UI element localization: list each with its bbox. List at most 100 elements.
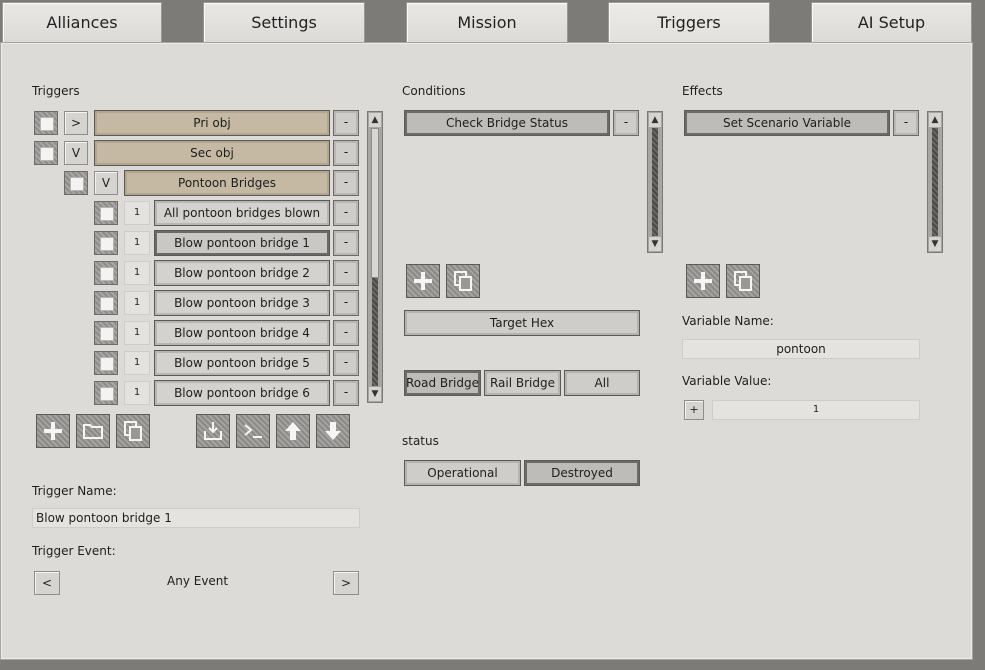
rail-bridge-option[interactable]: Rail Bridge: [484, 370, 561, 396]
arrow-up-icon: [285, 422, 301, 440]
trigger-item-pri-obj[interactable]: Pri obj: [94, 110, 330, 136]
tab-triggers[interactable]: Triggers: [608, 2, 770, 44]
add-folder-button[interactable]: [76, 414, 110, 448]
add-effect-button[interactable]: [686, 264, 720, 298]
status-label: status: [402, 434, 439, 448]
expand-toggle[interactable]: >: [64, 111, 88, 135]
trigger-item[interactable]: Blow pontoon bridge 4: [154, 320, 330, 346]
variable-name-input[interactable]: pontoon: [682, 339, 920, 359]
trigger-checkbox[interactable]: [94, 231, 118, 255]
trigger-item[interactable]: Blow pontoon bridge 3: [154, 290, 330, 316]
trigger-checkbox[interactable]: [94, 291, 118, 315]
trigger-checkbox[interactable]: [34, 141, 58, 165]
scroll-up-arrow[interactable]: ▲: [929, 113, 941, 127]
delete-effect-button[interactable]: -: [893, 110, 919, 136]
copy-icon: [734, 271, 752, 291]
trigger-count: 1: [124, 321, 150, 345]
copy-icon: [454, 271, 472, 291]
tab-ai-setup[interactable]: AI Setup: [811, 2, 972, 42]
scroll-down-arrow[interactable]: ▼: [369, 387, 381, 401]
trigger-item[interactable]: Blow pontoon bridge 6: [154, 380, 330, 406]
tab-alliances[interactable]: Alliances: [2, 2, 162, 42]
variable-operator-button[interactable]: +: [684, 400, 704, 420]
trigger-checkbox[interactable]: [94, 321, 118, 345]
add-trigger-button[interactable]: [36, 414, 70, 448]
conditions-heading: Conditions: [402, 84, 466, 98]
triggers-scrollbar[interactable]: ▲ ▼: [367, 111, 383, 403]
plus-icon: [694, 272, 712, 290]
copy-trigger-button[interactable]: [116, 414, 150, 448]
scroll-up-arrow[interactable]: ▲: [649, 113, 661, 127]
move-up-button[interactable]: [276, 414, 310, 448]
tab-settings[interactable]: Settings: [203, 2, 365, 42]
delete-trigger-button[interactable]: -: [333, 350, 359, 376]
trigger-item[interactable]: Blow pontoon bridge 5: [154, 350, 330, 376]
delete-trigger-button[interactable]: -: [333, 200, 359, 226]
trigger-checkbox[interactable]: [94, 351, 118, 375]
plus-icon: [414, 272, 432, 290]
scroll-down-arrow[interactable]: ▼: [649, 237, 661, 251]
expand-toggle[interactable]: V: [94, 171, 118, 195]
variable-value-input[interactable]: 1: [712, 400, 920, 420]
move-down-button[interactable]: [316, 414, 350, 448]
trigger-item-selected[interactable]: Blow pontoon bridge 1: [154, 230, 330, 256]
effects-heading: Effects: [682, 84, 723, 98]
triggers-heading: Triggers: [32, 84, 80, 98]
variable-value-label: Variable Value:: [682, 374, 772, 388]
trigger-checkbox[interactable]: [94, 201, 118, 225]
delete-trigger-button[interactable]: -: [333, 260, 359, 286]
trigger-event-value: Any Event: [167, 574, 229, 588]
road-bridge-option[interactable]: Road Bridge: [404, 370, 481, 396]
delete-trigger-button[interactable]: -: [333, 170, 359, 196]
trigger-count: 1: [124, 381, 150, 405]
operational-option[interactable]: Operational: [404, 460, 521, 486]
destroyed-option[interactable]: Destroyed: [524, 460, 640, 486]
trigger-checkbox[interactable]: [64, 171, 88, 195]
trigger-name-label: Trigger Name:: [32, 484, 117, 498]
scroll-down-arrow[interactable]: ▼: [929, 237, 941, 251]
copy-effect-button[interactable]: [726, 264, 760, 298]
delete-trigger-button[interactable]: -: [333, 380, 359, 406]
variable-name-label: Variable Name:: [682, 314, 774, 328]
trigger-checkbox[interactable]: [94, 261, 118, 285]
scroll-thumb[interactable]: [371, 128, 379, 278]
copy-condition-button[interactable]: [446, 264, 480, 298]
trigger-event-label: Trigger Event:: [32, 544, 116, 558]
plus-icon: [44, 422, 62, 440]
condition-item[interactable]: Check Bridge Status: [404, 110, 610, 136]
import-button[interactable]: [196, 414, 230, 448]
target-hex-button[interactable]: Target Hex: [404, 310, 640, 336]
expand-toggle[interactable]: V: [64, 141, 88, 165]
delete-trigger-button[interactable]: -: [333, 320, 359, 346]
scroll-up-arrow[interactable]: ▲: [369, 113, 381, 127]
trigger-count: 1: [124, 261, 150, 285]
delete-condition-button[interactable]: -: [613, 110, 639, 136]
trigger-count: 1: [124, 351, 150, 375]
all-bridges-option[interactable]: All: [564, 370, 640, 396]
trigger-name-input[interactable]: Blow pontoon bridge 1: [32, 508, 360, 528]
event-next-button[interactable]: >: [333, 571, 359, 595]
delete-trigger-button[interactable]: -: [333, 140, 359, 166]
console-button[interactable]: [236, 414, 270, 448]
delete-trigger-button[interactable]: -: [333, 290, 359, 316]
folder-icon: [83, 424, 103, 439]
trigger-count: 1: [124, 231, 150, 255]
terminal-icon: [244, 424, 262, 438]
effect-item[interactable]: Set Scenario Variable: [684, 110, 890, 136]
delete-trigger-button[interactable]: -: [333, 110, 359, 136]
tab-mission[interactable]: Mission: [406, 2, 568, 42]
trigger-checkbox[interactable]: [34, 111, 58, 135]
conditions-scrollbar[interactable]: ▲ ▼: [647, 111, 663, 253]
trigger-item[interactable]: All pontoon bridges blown: [154, 200, 330, 226]
trigger-item-sec-obj[interactable]: Sec obj: [94, 140, 330, 166]
event-prev-button[interactable]: <: [34, 571, 60, 595]
trigger-checkbox[interactable]: [94, 381, 118, 405]
add-condition-button[interactable]: [406, 264, 440, 298]
trigger-count: 1: [124, 201, 150, 225]
delete-trigger-button[interactable]: -: [333, 230, 359, 256]
trigger-item-pontoon-bridges[interactable]: Pontoon Bridges: [124, 170, 330, 196]
copy-icon: [124, 421, 142, 441]
trigger-item[interactable]: Blow pontoon bridge 2: [154, 260, 330, 286]
trigger-count: 1: [124, 291, 150, 315]
effects-scrollbar[interactable]: ▲ ▼: [927, 111, 943, 253]
